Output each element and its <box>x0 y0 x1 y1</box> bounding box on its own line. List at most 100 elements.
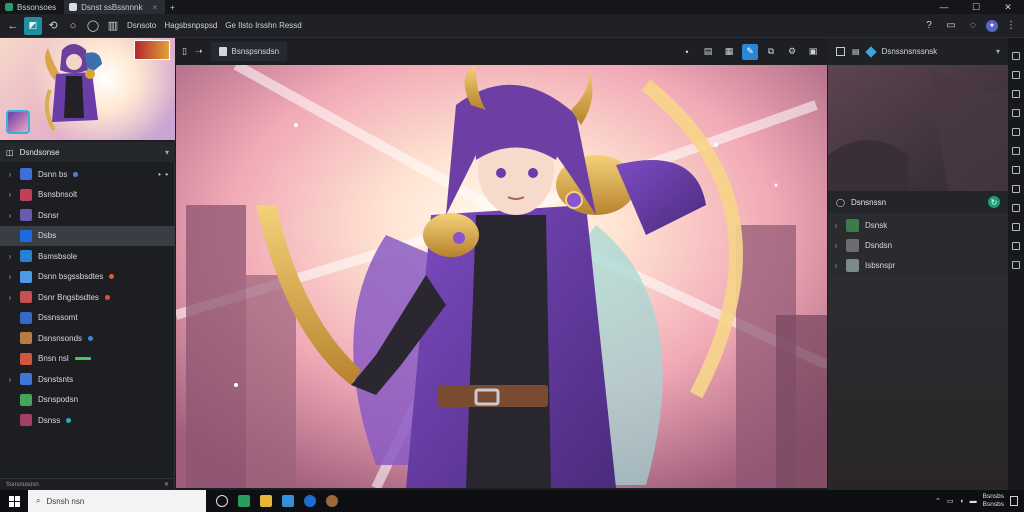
checkbox-icon[interactable] <box>836 47 845 56</box>
app-icon[interactable] <box>326 495 338 507</box>
layer-item[interactable]: › Dsnr Bngsbsdtes <box>0 287 175 308</box>
layer-item-selected[interactable]: Dsbs <box>0 225 175 246</box>
expand-icon[interactable]: › <box>6 252 14 261</box>
tool-icon[interactable] <box>1012 90 1020 98</box>
expand-icon[interactable]: › <box>832 241 840 250</box>
panels-icon[interactable]: ▥ <box>104 17 122 35</box>
network-icon[interactable]: ▭ <box>947 497 954 505</box>
settings-icon[interactable]: ⚙ <box>784 44 800 60</box>
circle-icon[interactable]: ◯ <box>84 17 102 35</box>
edge-icon[interactable] <box>304 495 316 507</box>
layer-item[interactable]: Dsnsnsonds <box>0 328 175 349</box>
expand-icon[interactable]: › <box>6 272 14 281</box>
reference-thumbnail[interactable] <box>134 40 170 60</box>
new-tab-button[interactable]: + <box>165 0 183 14</box>
layer-item[interactable]: › Bsmsbsole <box>0 246 175 267</box>
assets-section-header[interactable]: ◯ Dsnsnssn ↻ <box>828 191 1008 213</box>
layer-item[interactable]: Bnsn nsl <box>0 349 175 370</box>
pen-icon[interactable]: • <box>679 44 695 60</box>
expand-icon[interactable]: › <box>6 293 14 302</box>
tool-icon[interactable] <box>1012 223 1020 231</box>
panel-toggle-icon[interactable]: ▯ <box>182 46 187 57</box>
tool-icon[interactable] <box>1012 109 1020 117</box>
chat-icon[interactable]: ◌ <box>964 17 982 35</box>
layers-header[interactable]: ◫ Dsndsonse ▾ <box>0 142 175 162</box>
files-icon[interactable] <box>260 495 272 507</box>
expand-icon[interactable]: › <box>832 221 840 230</box>
properties-header[interactable]: ▤ Dsnssnsnssnsk ▾ <box>828 38 1008 65</box>
brand-icon[interactable]: ◩ <box>24 16 42 35</box>
battery-icon[interactable]: ▬ <box>970 498 977 505</box>
mini-avatar[interactable] <box>6 110 30 134</box>
volume-icon[interactable]: ◖ <box>959 498 963 505</box>
layer-item[interactable]: › Dsnsr <box>0 205 175 226</box>
layer-item[interactable]: › Dsnn bs • • <box>0 164 175 185</box>
expand-icon[interactable]: › <box>6 211 14 220</box>
tool-icon[interactable] <box>1012 166 1020 174</box>
menu-item[interactable]: Ge Ilsto Irsshn Ressd <box>222 21 304 30</box>
store-icon[interactable] <box>282 495 294 507</box>
edit-icon[interactable]: ✎ <box>742 43 758 60</box>
window-tab-document[interactable]: Dsnst ssBssnnnk × <box>64 0 166 14</box>
maximize-button[interactable]: ☐ <box>960 0 992 14</box>
more-dots-icon[interactable]: • • <box>158 170 169 179</box>
window-icon[interactable]: ▭ <box>942 17 960 35</box>
more-icon[interactable]: ⋮ <box>1002 17 1020 35</box>
canvas-document-tab[interactable]: Bsnspsnsdsn <box>210 42 288 61</box>
navigator-preview[interactable] <box>0 38 175 140</box>
layer-thumbnail <box>20 352 32 365</box>
back-button[interactable]: ← <box>4 17 22 35</box>
refresh-icon[interactable]: ↻ <box>988 196 1000 208</box>
avatar[interactable]: ● <box>986 19 998 32</box>
layer-item[interactable]: › Dsnstsnts <box>0 369 175 390</box>
taskbar-search[interactable]: ⌕ Dsnsh nsn <box>28 490 206 512</box>
arrow-icon[interactable]: ➝ <box>195 46 203 57</box>
menu-item[interactable]: Hagsbsnpspsd <box>161 21 220 30</box>
layers-icon[interactable]: ▤ <box>700 44 716 60</box>
picture-icon[interactable]: ▣ <box>805 44 821 60</box>
menu-item[interactable]: Dsnsoto <box>124 21 159 30</box>
grid-icon[interactable]: ▤ <box>852 47 860 56</box>
layers-title: Dsndsonse <box>19 147 60 157</box>
tool-icon[interactable] <box>1012 128 1020 136</box>
notification-icon[interactable] <box>1010 496 1018 506</box>
asset-item[interactable]: › Dsndsn <box>828 235 1008 255</box>
layer-item[interactable]: › Bsnsbnsolt <box>0 185 175 206</box>
close-tab-icon[interactable]: × <box>153 3 158 12</box>
clock[interactable]: Bsnsbs Bsnsbs <box>983 493 1004 509</box>
undo-icon[interactable]: ⟲ <box>44 17 62 35</box>
tool-icon[interactable] <box>1012 242 1020 250</box>
expand-icon[interactable]: › <box>6 190 14 199</box>
grid-icon[interactable]: ▦ <box>721 44 737 60</box>
asset-item[interactable]: › Dsnsk <box>828 215 1008 235</box>
layer-item[interactable]: Dsnss <box>0 410 175 431</box>
minimize-button[interactable]: — <box>928 0 960 14</box>
close-icon[interactable]: ✕ <box>164 481 169 488</box>
reference-image[interactable] <box>828 65 1008 191</box>
circle-icon[interactable]: ○ <box>64 17 82 35</box>
expand-icon[interactable]: › <box>832 261 840 270</box>
tool-icon[interactable] <box>1012 147 1020 155</box>
tool-icon[interactable] <box>1012 204 1020 212</box>
layer-item[interactable]: Dssnssomt <box>0 308 175 329</box>
artwork-canvas[interactable] <box>176 65 827 488</box>
stack-icon[interactable]: ⧉ <box>763 44 779 60</box>
chevron-up-icon[interactable]: ⌃ <box>935 497 941 505</box>
help-icon[interactable]: ? <box>920 17 938 35</box>
tool-icon[interactable] <box>1012 261 1020 269</box>
tool-icon[interactable] <box>1012 52 1020 60</box>
chevron-down-icon[interactable]: ▾ <box>996 47 1000 56</box>
layer-item[interactable]: › Dsnn bsgssbsdtes <box>0 267 175 288</box>
task-view-icon[interactable] <box>216 495 228 507</box>
window-tab-app[interactable]: Bssonsoes <box>0 0 64 14</box>
expand-icon[interactable]: › <box>6 170 14 179</box>
asset-item[interactable]: › Isbsnspr <box>828 255 1008 275</box>
layer-item[interactable]: Dsnspodsn <box>0 390 175 411</box>
browser-icon[interactable] <box>238 495 250 507</box>
tool-icon[interactable] <box>1012 71 1020 79</box>
expand-icon[interactable]: › <box>6 375 14 384</box>
start-button[interactable] <box>0 490 28 512</box>
tool-icon[interactable] <box>1012 185 1020 193</box>
close-button[interactable]: ✕ <box>992 0 1024 14</box>
chevron-down-icon[interactable]: ▾ <box>165 148 169 157</box>
